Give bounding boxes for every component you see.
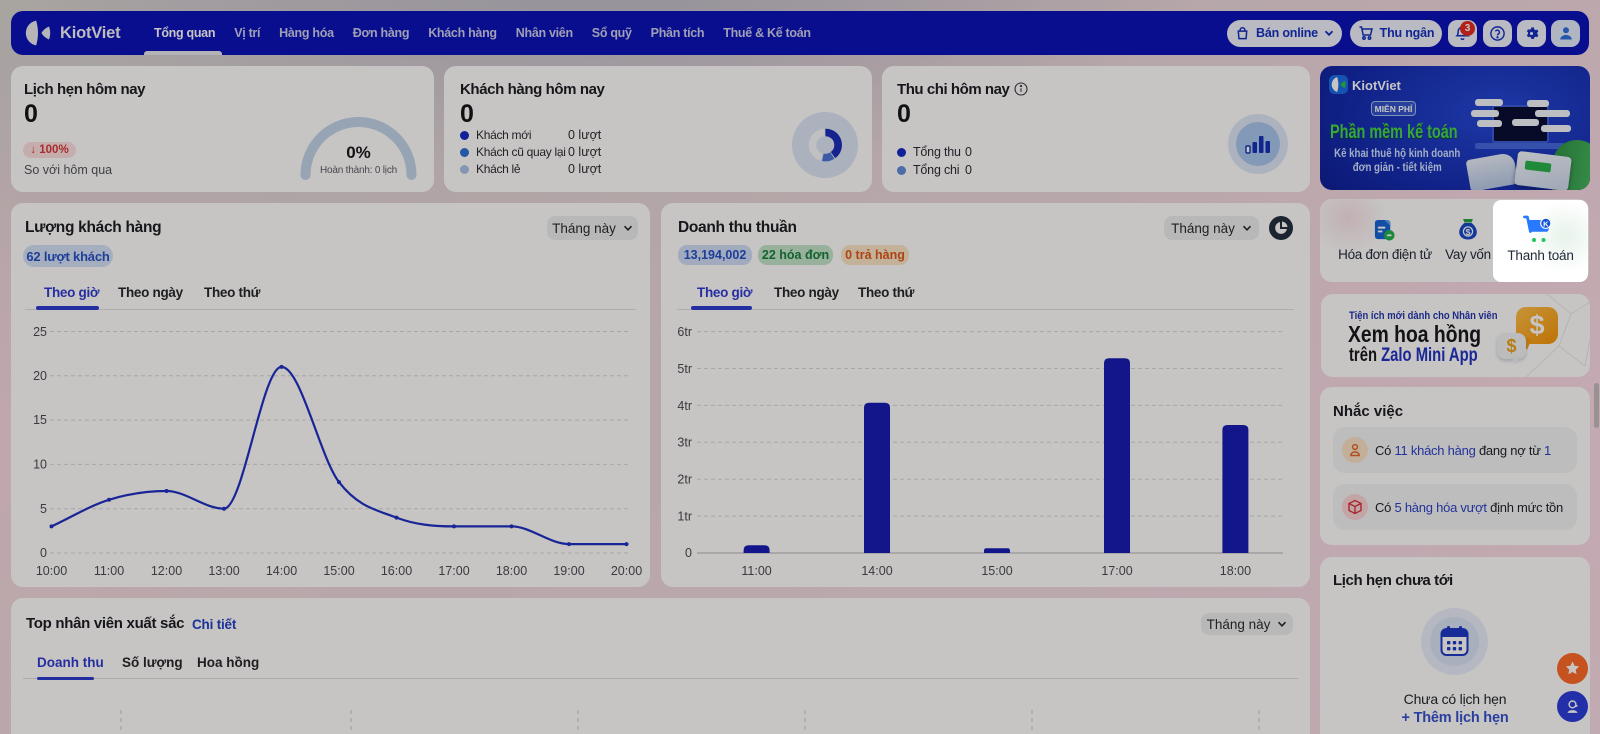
svg-text:K: K <box>1543 219 1549 228</box>
